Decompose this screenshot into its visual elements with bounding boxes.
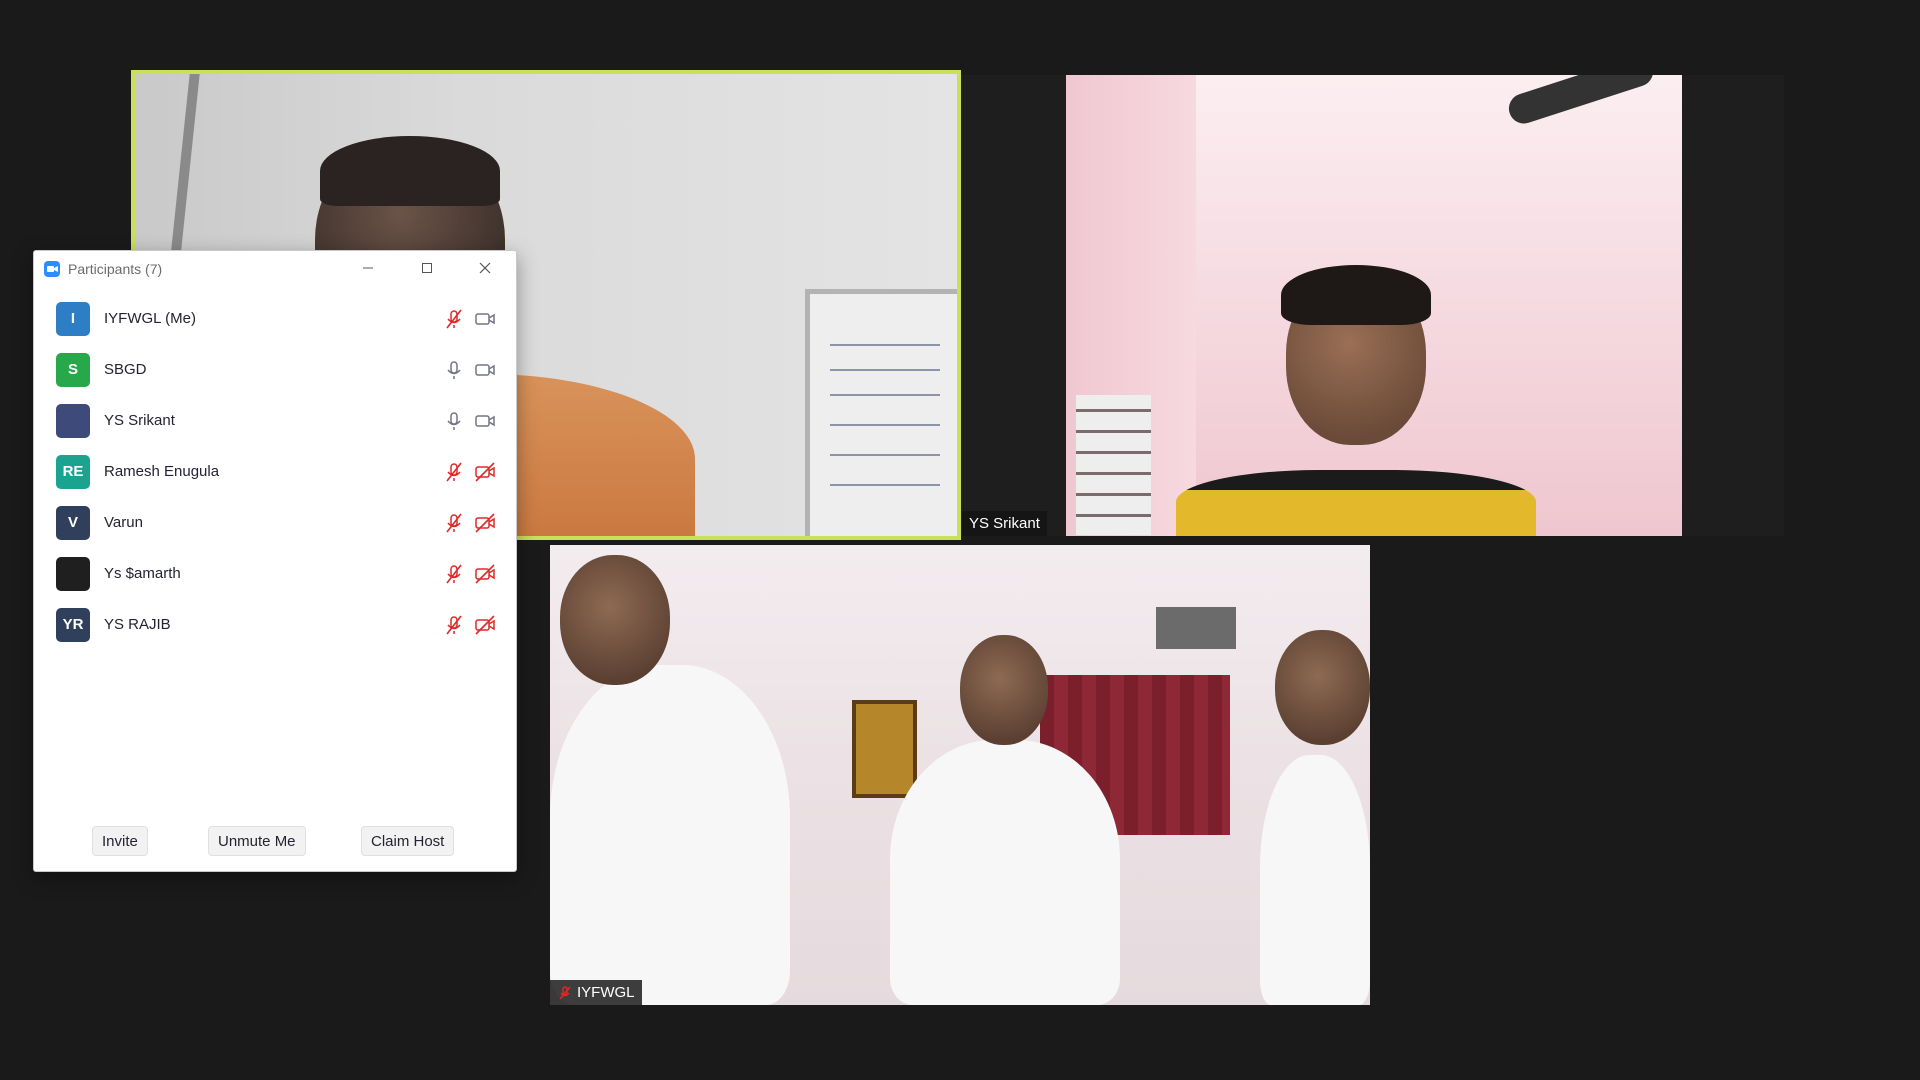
video-tile-ys-srikant[interactable] <box>1066 75 1682 536</box>
tile-name-label: YS Srikant <box>962 511 1047 536</box>
avatar <box>56 403 90 438</box>
maximize-icon[interactable] <box>418 259 436 277</box>
panel-titlebar[interactable]: Participants (7) <box>34 251 516 287</box>
participant-row[interactable]: S SBGD <box>34 344 516 395</box>
participant-row[interactable]: Ys $amarth <box>34 548 516 599</box>
video-tile-iyfwgl[interactable] <box>550 545 1370 1005</box>
avatar <box>56 556 90 591</box>
tile-name-label: IYFWGL <box>550 980 642 1005</box>
mic-muted-icon[interactable] <box>443 461 465 483</box>
participant-row[interactable]: RE Ramesh Enugula <box>34 446 516 497</box>
wall-vent <box>1156 607 1236 649</box>
ceiling-fan <box>1505 75 1657 128</box>
avatar: S <box>56 352 90 387</box>
participant-name: YS RAJIB <box>104 616 171 633</box>
person-right <box>1260 755 1370 1005</box>
participant-row[interactable]: I IYFWGL (Me) <box>34 293 516 344</box>
video-icon[interactable] <box>474 308 496 330</box>
claim-host-button[interactable]: Claim Host <box>361 826 455 856</box>
participant-name: Varun <box>104 514 143 531</box>
participant-row[interactable]: V Varun <box>34 497 516 548</box>
mic-icon[interactable] <box>443 359 465 381</box>
person-center-head <box>960 635 1048 745</box>
participant-row[interactable]: YS Srikant <box>34 395 516 446</box>
avatar: YR <box>56 607 90 642</box>
participant-name: YS Srikant <box>104 412 175 429</box>
mic-muted-icon[interactable] <box>443 563 465 585</box>
whiteboard-writing <box>830 424 940 426</box>
video-icon[interactable] <box>474 359 496 381</box>
video-off-icon[interactable] <box>474 512 496 534</box>
whiteboard-writing <box>830 454 940 456</box>
close-icon[interactable] <box>476 259 494 277</box>
panel-footer: Invite Unmute Me Claim Host <box>34 826 516 856</box>
participant-name: Ys $amarth <box>104 565 181 582</box>
whiteboard <box>805 289 957 536</box>
whiteboard-writing <box>830 394 940 396</box>
participant-list: I IYFWGL (Me) S SBGD YS Srikant RE Ramesh Enug… <box>34 293 516 650</box>
invite-button[interactable]: Invite <box>92 826 148 856</box>
avatar: I <box>56 301 90 336</box>
person-left-head <box>560 555 670 685</box>
speaker-hair <box>320 136 500 206</box>
participants-panel[interactable]: Participants (7) I IYFWGL (Me) S SBGD YS Sri… <box>33 250 517 872</box>
person-right-head <box>1275 630 1370 745</box>
whiteboard-writing <box>830 344 940 346</box>
video-off-icon[interactable] <box>474 614 496 636</box>
avatar: V <box>56 505 90 540</box>
participant-shirt <box>1176 470 1536 536</box>
participant-name: IYFWGL (Me) <box>104 310 196 327</box>
avatar: RE <box>56 454 90 489</box>
participant-name: SBGD <box>104 361 147 378</box>
video-icon[interactable] <box>474 410 496 432</box>
mic-muted-icon <box>559 985 571 1000</box>
participant-name: Ramesh Enugula <box>104 463 220 480</box>
participant-hair <box>1281 265 1431 325</box>
unmute-me-button[interactable]: Unmute Me <box>208 826 306 856</box>
person-center <box>890 740 1120 1005</box>
video-off-icon[interactable] <box>474 461 496 483</box>
framed-picture <box>852 700 917 798</box>
mic-icon[interactable] <box>443 410 465 432</box>
whiteboard-writing <box>830 484 940 486</box>
participant-row[interactable]: YR YS RAJIB <box>34 599 516 650</box>
video-off-icon[interactable] <box>474 563 496 585</box>
person-left <box>550 665 790 1005</box>
mic-muted-icon[interactable] <box>443 512 465 534</box>
panel-title: Participants (7) <box>68 261 163 277</box>
whiteboard-writing <box>830 369 940 371</box>
mic-muted-icon[interactable] <box>443 614 465 636</box>
mic-muted-icon[interactable] <box>443 308 465 330</box>
tile-name-text: IYFWGL <box>577 984 635 1001</box>
window <box>1076 395 1151 535</box>
minimize-icon[interactable] <box>359 259 377 277</box>
zoom-logo-icon <box>44 261 60 277</box>
